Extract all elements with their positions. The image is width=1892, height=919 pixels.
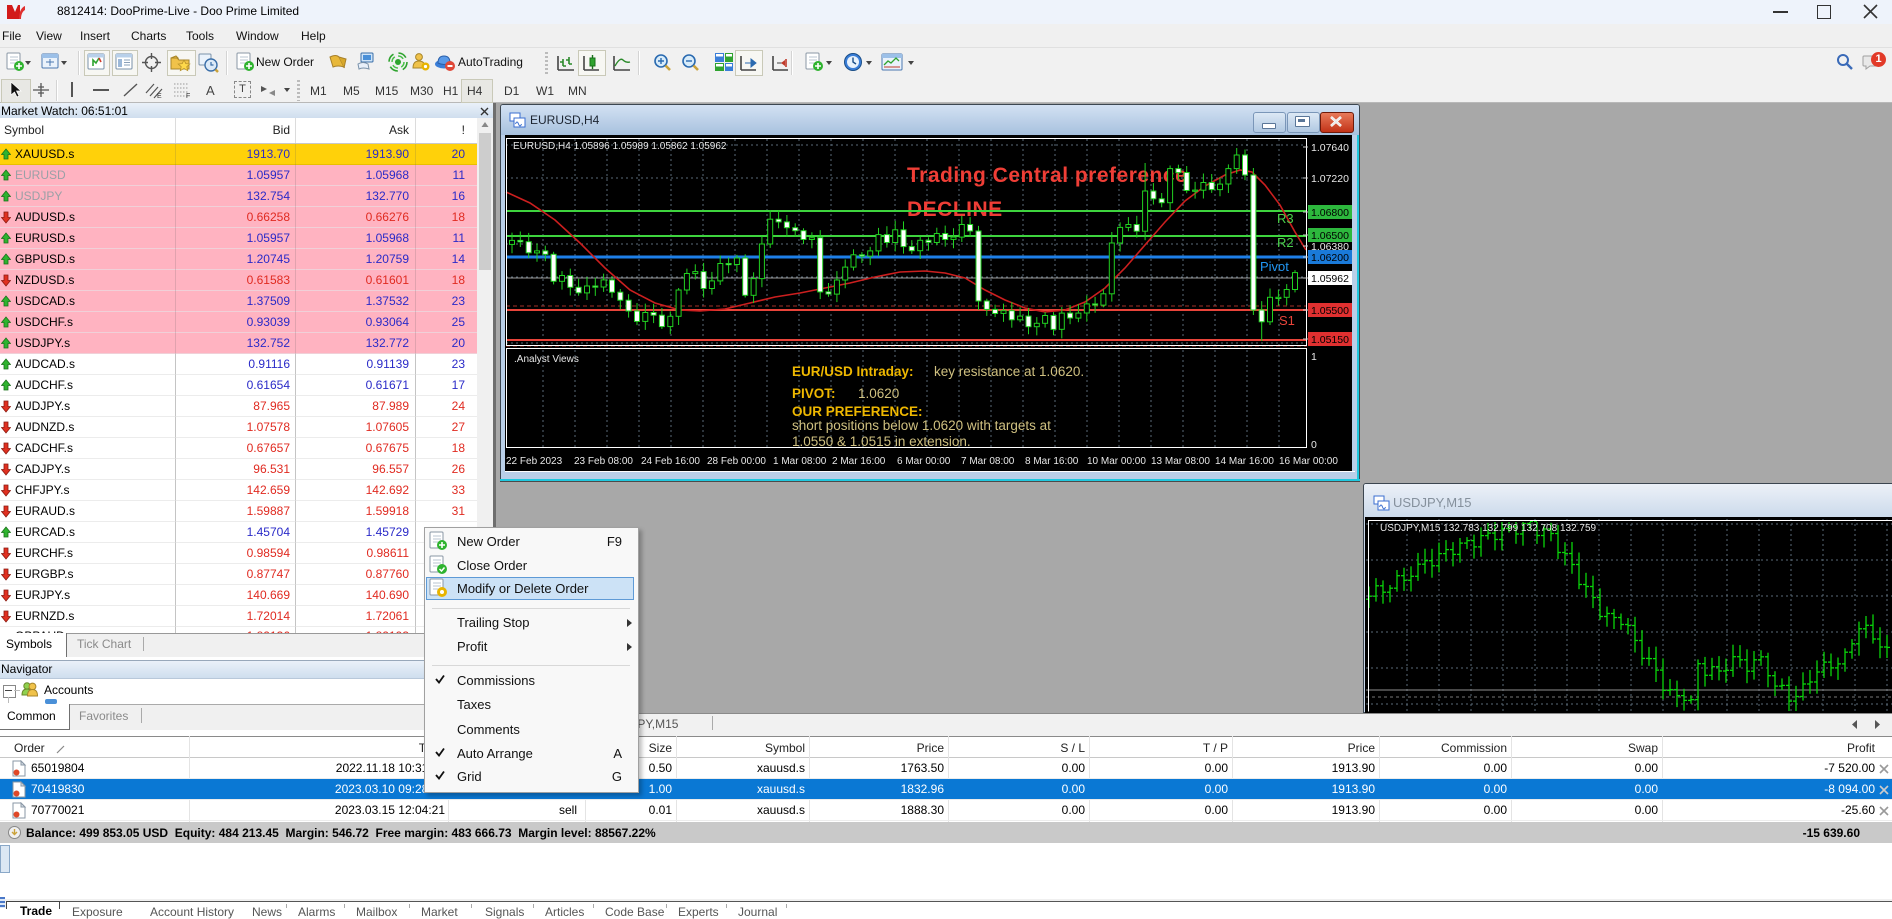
- svg-text:1.0550 & 1.0515 in extension.: 1.0550 & 1.0515 in extension.: [792, 434, 971, 449]
- svg-text:1.05150: 1.05150: [1311, 334, 1349, 346]
- svg-text:key resistance at 1.0620.: key resistance at 1.0620.: [934, 364, 1084, 379]
- svg-text:1.07640: 1.07640: [1311, 142, 1349, 154]
- svg-text:R3: R3: [1277, 211, 1294, 226]
- svg-text:1: 1: [1311, 351, 1317, 363]
- svg-text:13 Mar 08:00: 13 Mar 08:00: [1151, 456, 1210, 467]
- svg-text:R2: R2: [1277, 235, 1294, 250]
- svg-text:F: F: [186, 93, 190, 99]
- svg-text:23 Feb 08:00: 23 Feb 08:00: [574, 456, 633, 467]
- svg-text:Pivot: Pivot: [1260, 259, 1289, 274]
- svg-text:DECLINE: DECLINE: [907, 198, 1003, 221]
- svg-text:7 Mar 08:00: 7 Mar 08:00: [961, 456, 1015, 467]
- svg-text:14 Mar 16:00: 14 Mar 16:00: [1215, 456, 1274, 467]
- svg-text:1.06800: 1.06800: [1311, 207, 1349, 219]
- svg-text:24 Feb 16:00: 24 Feb 16:00: [641, 456, 700, 467]
- svg-text:OUR PREFERENCE:: OUR PREFERENCE:: [792, 404, 923, 419]
- svg-text:22 Feb 2023: 22 Feb 2023: [506, 456, 563, 467]
- svg-text:1.06200: 1.06200: [1311, 252, 1349, 264]
- svg-text:E: E: [157, 93, 162, 99]
- svg-text:28 Feb 00:00: 28 Feb 00:00: [707, 456, 766, 467]
- svg-text:short positions below 1.0620 w: short positions below 1.0620 with target…: [792, 418, 1051, 433]
- svg-text:2 Mar 16:00: 2 Mar 16:00: [832, 456, 886, 467]
- svg-text:16 Mar 00:00: 16 Mar 00:00: [1279, 456, 1338, 467]
- svg-text:0: 0: [1311, 439, 1317, 451]
- svg-text:1.05500: 1.05500: [1311, 305, 1349, 317]
- svg-text:EURUSD,H4 1.05896 1.05989 1.0: EURUSD,H4 1.05896 1.05989 1.05862 1.0596…: [513, 141, 727, 152]
- svg-text:10 Mar 00:00: 10 Mar 00:00: [1087, 456, 1146, 467]
- svg-text:.Analyst Views: .Analyst Views: [514, 354, 579, 365]
- svg-text:EUR/USD Intraday:: EUR/USD Intraday:: [792, 364, 914, 379]
- svg-text:S1: S1: [1279, 313, 1295, 328]
- svg-text:1.05962: 1.05962: [1311, 273, 1349, 285]
- svg-text:8 Mar 16:00: 8 Mar 16:00: [1025, 456, 1079, 467]
- svg-text:1.0620: 1.0620: [858, 386, 899, 401]
- svg-text:USDJPY,M15 132.783 132.799 13: USDJPY,M15 132.783 132.799 132.708 132.7…: [1380, 523, 1597, 534]
- svg-text:1 Mar 08:00: 1 Mar 08:00: [773, 456, 827, 467]
- svg-text:1.07220: 1.07220: [1311, 173, 1349, 185]
- svg-text:6 Mar 00:00: 6 Mar 00:00: [897, 456, 951, 467]
- svg-text:PIVOT:: PIVOT:: [792, 386, 836, 401]
